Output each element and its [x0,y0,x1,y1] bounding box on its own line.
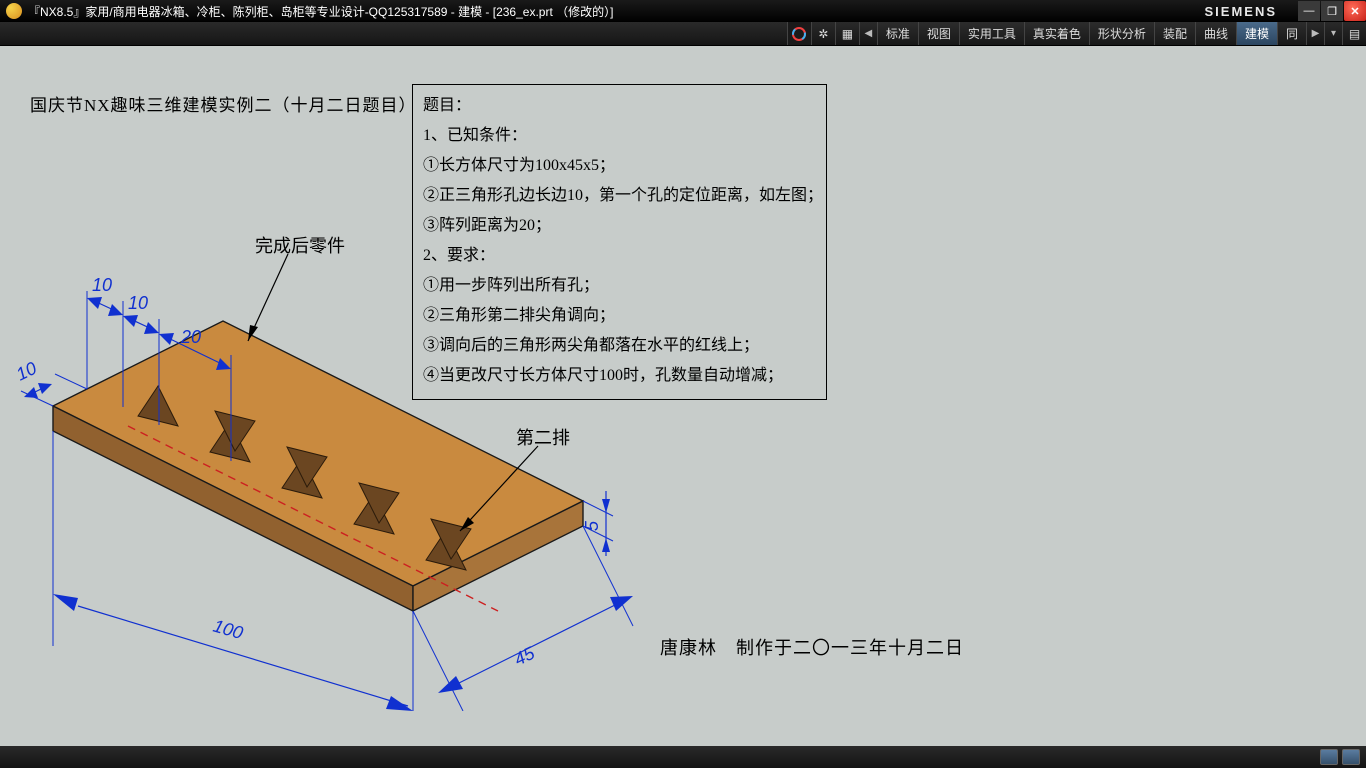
restore-button[interactable]: ❐ [1321,1,1343,21]
leader-finished [248,254,288,341]
tab-modeling[interactable]: 建模 [1236,22,1277,45]
svg-text:100: 100 [211,616,245,644]
tab-sync[interactable]: 同 [1277,22,1306,45]
titlebar: 『NX8.5』家用/商用电器冰箱、冷柜、陈列柜、岛柜等专业设计-QQ125317… [0,0,1366,22]
window-title: 『NX8.5』家用/商用电器冰箱、冷柜、陈列柜、岛柜等专业设计-QQ125317… [28,3,1204,20]
problem-line: ①长方体尺寸为100x45x5； [423,151,816,181]
minimize-button[interactable]: — [1298,1,1320,21]
svg-text:10: 10 [128,293,148,313]
graphics-area[interactable]: 国庆节NX趣味三维建模实例二（十月二日题目） 完成后零件 第二排 题目： 1、已… [0,46,1366,746]
tab-realshade[interactable]: 真实着色 [1024,22,1089,45]
svg-text:10: 10 [13,358,40,385]
dim-5: 5 [582,491,613,556]
gear-icon[interactable]: ✲ [811,22,835,45]
resource-icon[interactable] [787,22,811,45]
tab-curve[interactable]: 曲线 [1195,22,1236,45]
problem-line: 1、已知条件： [423,121,816,151]
problem-line: 题目： [423,91,816,121]
drawing-title: 国庆节NX趣味三维建模实例二（十月二日题目） [30,91,417,116]
model-drawing: 100 45 5 10 [8,231,648,711]
status-icon-2[interactable] [1342,749,1360,765]
toolbar-end-icon[interactable]: ▤ [1342,22,1366,45]
problem-line: ②正三角形孔边长边10，第一个孔的定位距离，如左图； [423,181,816,211]
tab-standard[interactable]: 标准 [877,22,918,45]
tab-scroll-right[interactable]: ▶ [1306,22,1324,45]
tab-utilities[interactable]: 实用工具 [959,22,1024,45]
grid-icon[interactable]: ▦ [835,22,859,45]
tab-view[interactable]: 视图 [918,22,959,45]
statusbar [0,746,1366,768]
tab-assembly[interactable]: 装配 [1154,22,1195,45]
tab-shape-analysis[interactable]: 形状分析 [1089,22,1154,45]
credit-text: 唐康林 制作于二〇一三年十月二日 [660,634,964,660]
svg-text:20: 20 [180,327,201,347]
app-icon [6,3,22,19]
svg-text:5: 5 [582,520,602,531]
toolbar: ✲ ▦ ◀ 标准 视图 实用工具 真实着色 形状分析 装配 曲线 建模 同 ▶ … [0,22,1366,46]
window-controls: — ❐ ✕ [1297,1,1366,21]
tab-scroll-left[interactable]: ◀ [859,22,877,45]
svg-text:45: 45 [511,642,539,669]
status-icon-1[interactable] [1320,749,1338,765]
close-button[interactable]: ✕ [1344,1,1366,21]
svg-text:10: 10 [92,275,112,295]
brand-label: SIEMENS [1204,4,1277,19]
tab-more[interactable]: ▾ [1324,22,1342,45]
